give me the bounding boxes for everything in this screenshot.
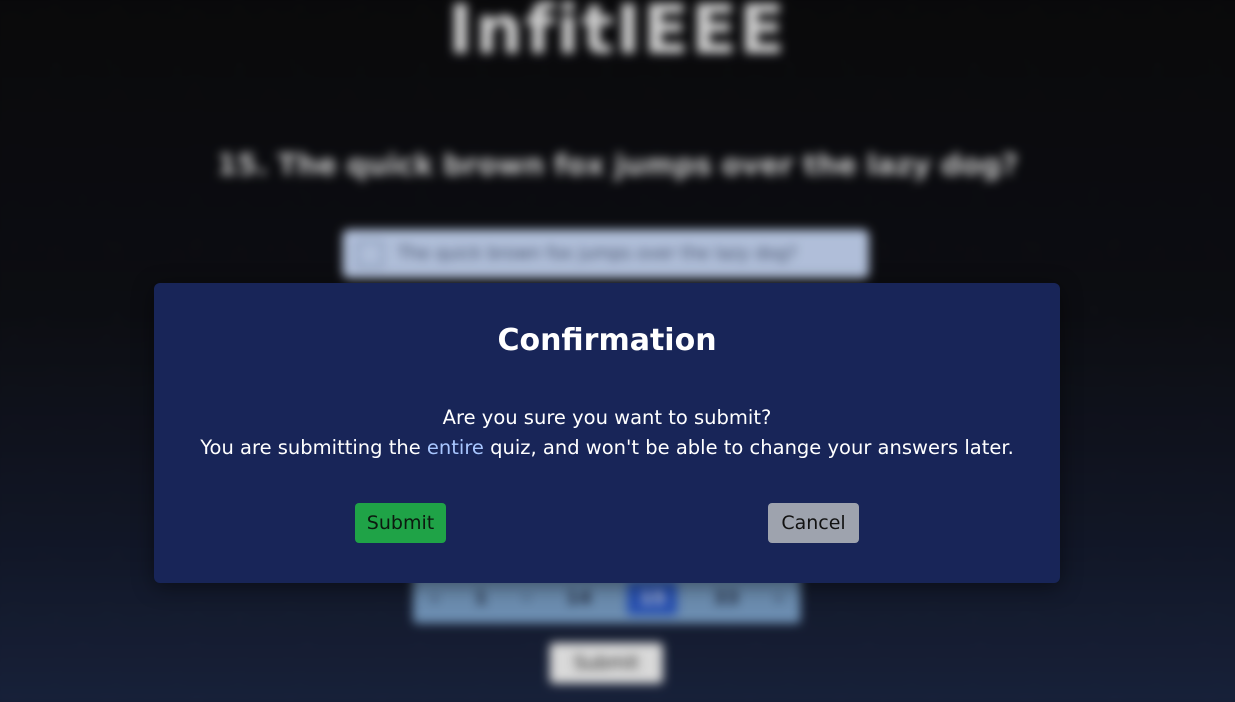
dialog-message: Are you sure you want to submit? You are…: [154, 403, 1060, 463]
dialog-message-emphasis: entire: [426, 436, 484, 459]
cancel-button[interactable]: Cancel: [768, 503, 859, 543]
dialog-title: Confirmation: [497, 323, 717, 358]
dialog-message-line2: You are submitting the entire quiz, and …: [154, 433, 1060, 463]
dialog-message-line1: Are you sure you want to submit?: [442, 406, 772, 429]
submit-button[interactable]: Submit: [355, 503, 446, 543]
dialog-message-text: quiz, and won't be able to change your a…: [483, 436, 1014, 459]
dialog-message-text: You are submitting the: [200, 436, 427, 459]
confirmation-dialog: Confirmation Are you sure you want to su…: [154, 283, 1060, 583]
